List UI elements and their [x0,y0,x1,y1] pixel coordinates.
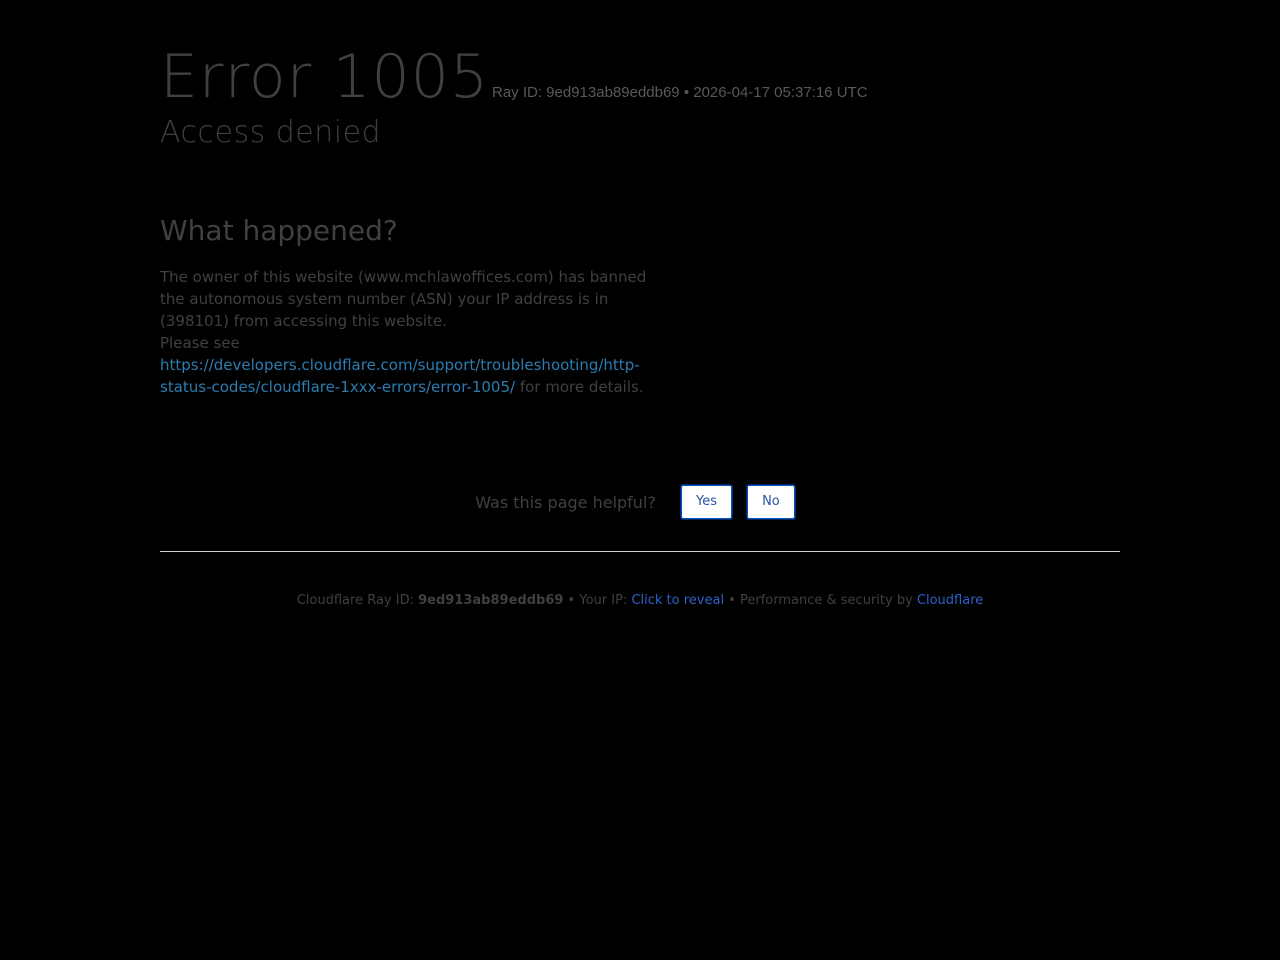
footer-ip-prefix: Your IP: [579,593,632,608]
explanation-text: The owner of this website (www.mchlawoff… [160,266,650,398]
explanation-paragraph: The owner of this website (www.mchlawoff… [160,268,647,330]
footer-perf-prefix: Performance & security by [740,593,917,608]
see-more-paragraph: Please see https://developers.cloudflare.… [160,332,650,398]
section-title-what-happened: What happened? [160,214,398,247]
footer-separator-1: • [563,593,580,608]
header: Error 1005 Ray ID: 9ed913ab89eddb69 • 20… [160,42,1120,162]
footer-ray-id: 9ed913ab89eddb69 [418,593,564,608]
feedback-no-button[interactable]: No [747,485,795,519]
footer-divider [160,551,1120,552]
see-prefix: Please see [160,334,240,352]
feedback-question: Was this page helpful? [475,492,656,512]
see-suffix: for more details. [515,378,644,396]
footer-ray-prefix: Cloudflare Ray ID: [296,593,419,608]
page-subtitle: Access denied [160,115,382,150]
error-title: Error 1005 [160,42,490,112]
feedback-yes-button[interactable]: Yes [680,485,732,519]
footer-separator-2: • [724,593,740,608]
reveal-ip-button[interactable]: Click to reveal [631,593,724,608]
feedback-bar: Was this page helpful? Yes No [160,485,1120,521]
ray-id-timestamp: Ray ID: 9ed913ab89eddb69 • 2026-04-17 05… [492,84,868,101]
cloudflare-link[interactable]: Cloudflare [917,593,983,608]
footer: Cloudflare Ray ID: 9ed913ab89eddb69 • Yo… [160,592,1120,610]
